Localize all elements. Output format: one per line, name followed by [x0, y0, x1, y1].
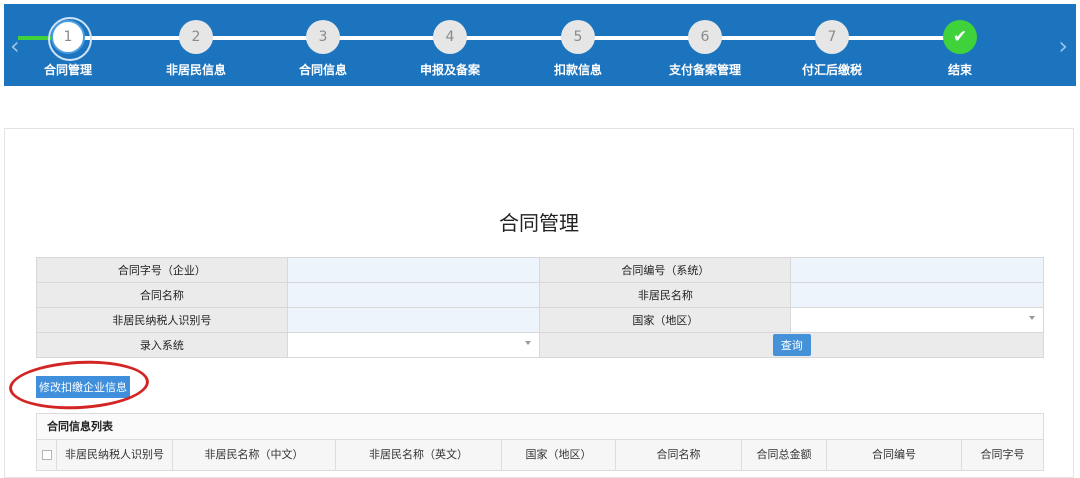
- select-all-checkbox[interactable]: [41, 450, 52, 460]
- contract-name-label: 合同名称: [36, 282, 288, 308]
- select-all-cell: [37, 440, 57, 470]
- next-arrow-icon[interactable]: ›: [1058, 32, 1068, 60]
- entry-system-label: 录入系统: [36, 332, 288, 358]
- search-cell: 查询: [539, 332, 1044, 358]
- check-icon[interactable]: ✔: [943, 20, 977, 54]
- contract-no-label: 合同编号（系统）: [539, 257, 792, 283]
- list-header-row: 非居民纳税人识别号 非居民名称（中文） 非居民名称（英文） 国家（地区） 合同名…: [37, 440, 1043, 470]
- step-3-label[interactable]: 合同信息: [263, 61, 383, 78]
- column-header[interactable]: 非居民纳税人识别号: [57, 440, 173, 470]
- taxpayer-id-label: 非居民纳税人识别号: [36, 307, 288, 333]
- column-header[interactable]: 非居民名称（英文）: [336, 440, 502, 470]
- step-1-circle[interactable]: 1: [48, 17, 92, 61]
- step-5-circle[interactable]: 5: [561, 20, 595, 54]
- contract-char-label: 合同字号（企业）: [36, 257, 288, 283]
- contract-list: 合同信息列表 非居民纳税人识别号 非居民名称（中文） 非居民名称（英文） 国家（…: [36, 413, 1044, 471]
- taxpayer-id-input[interactable]: [286, 307, 541, 333]
- search-button[interactable]: 查询: [772, 334, 811, 356]
- step-2-circle[interactable]: 2: [179, 20, 213, 54]
- contract-name-input[interactable]: [286, 282, 541, 308]
- column-header[interactable]: 合同编号: [827, 440, 962, 470]
- column-header[interactable]: 非居民名称（中文）: [173, 440, 336, 470]
- step-7-label[interactable]: 付汇后缴税: [772, 61, 892, 78]
- query-form: 合同字号（企业） 合同编号（系统） 合同名称 非居民名称 非居民纳税人识别号 国…: [36, 257, 1044, 358]
- step-2-label[interactable]: 非居民信息: [136, 61, 256, 78]
- column-header[interactable]: 合同总金额: [742, 440, 827, 470]
- nonresident-name-input[interactable]: [790, 282, 1044, 308]
- country-label: 国家（地区）: [539, 307, 792, 333]
- column-header[interactable]: 合同名称: [616, 440, 742, 470]
- chevron-down-icon: [525, 341, 532, 345]
- column-header[interactable]: 合同字号: [962, 440, 1043, 470]
- step-7-circle[interactable]: 7: [815, 20, 849, 54]
- step-1-label[interactable]: 合同管理: [8, 61, 128, 78]
- step-6-circle[interactable]: 6: [688, 20, 722, 54]
- step-4-circle[interactable]: 4: [433, 20, 467, 54]
- progress-stepper: ‹ › 1 合同管理 2 非居民信息 3 合同信息 4 申报及备案 5 扣款信息…: [4, 4, 1076, 86]
- contract-panel: 合同管理 合同字号（企业） 合同编号（系统） 合同名称 非居民名称 非居民纳税人…: [4, 128, 1074, 478]
- contract-no-input[interactable]: [790, 257, 1044, 283]
- highlight-ellipse: [7, 357, 151, 413]
- contract-char-input[interactable]: [286, 257, 541, 283]
- column-header[interactable]: 国家（地区）: [502, 440, 616, 470]
- step-4-label[interactable]: 申报及备案: [390, 61, 510, 78]
- country-select[interactable]: [790, 307, 1044, 333]
- page-title: 合同管理: [499, 211, 579, 235]
- nonresident-name-label: 非居民名称: [539, 282, 792, 308]
- step-5-label[interactable]: 扣款信息: [518, 61, 638, 78]
- list-title: 合同信息列表: [37, 414, 1043, 440]
- entry-system-select[interactable]: [286, 332, 541, 358]
- chevron-down-icon: [1029, 316, 1035, 320]
- step-finish-label[interactable]: 结束: [900, 61, 1020, 78]
- step-6-label[interactable]: 支付备案管理: [645, 61, 765, 78]
- step-3-circle[interactable]: 3: [306, 20, 340, 54]
